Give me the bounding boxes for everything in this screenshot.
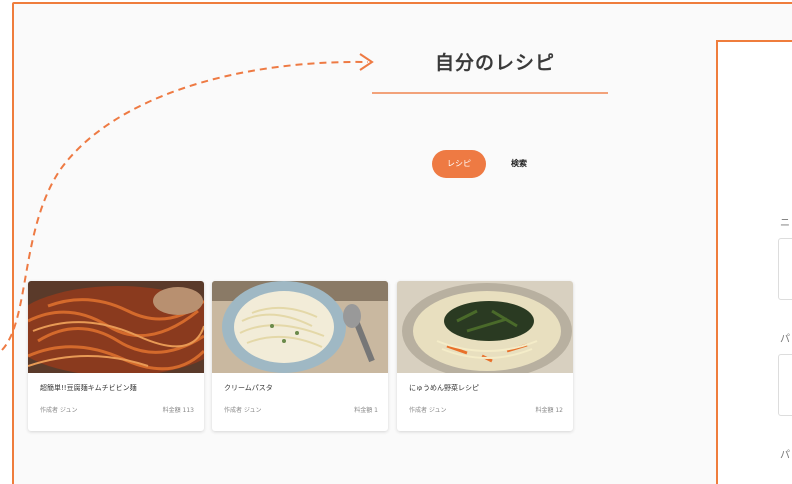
recipe-author: 作成者 ジュン (409, 407, 447, 414)
title-underline (372, 92, 608, 94)
form-input-2[interactable] (778, 354, 792, 416)
form-input-1[interactable] (778, 238, 792, 300)
recipe-meta: 作成者 ジュン 料金額 113 (40, 405, 194, 414)
recipe-card[interactable]: 超簡単!!豆腐麺キムチビビン麺 作成者 ジュン 料金額 113 (28, 281, 204, 431)
recipe-likes: 料金額 113 (162, 407, 194, 414)
recipe-author: 作成者 ジュン (224, 407, 262, 414)
recipe-likes: 料金額 12 (535, 407, 563, 414)
recipe-meta: 作成者 ジュン 料金額 1 (224, 405, 378, 414)
recipe-name: にゅうめん野菜レシピ (409, 384, 479, 392)
recipe-photo (28, 281, 204, 373)
page-title: 自分のレシピ (434, 52, 555, 74)
tab-search[interactable]: 検索 (502, 150, 536, 178)
recipe-card[interactable]: にゅうめん野菜レシピ 作成者 ジュン 料金額 12 (397, 281, 573, 431)
recipe-name: 超簡単!!豆腐麺キムチビビン麺 (40, 384, 137, 392)
recipe-meta: 作成者 ジュン 料金額 12 (409, 405, 563, 414)
form-label-3: パ (780, 450, 790, 461)
tab-recipes[interactable]: レシピ (432, 150, 486, 178)
recipe-likes: 料金額 1 (354, 407, 378, 414)
recipe-card[interactable]: クリームパスタ 作成者 ジュン 料金額 1 (212, 281, 388, 431)
form-label-1: ニ (780, 218, 790, 229)
recipe-author: 作成者 ジュン (40, 407, 78, 414)
recipe-name: クリームパスタ (224, 384, 273, 392)
screen: 自分のレシピ レシピ 検索 超簡単!!豆腐麺キムチビビン麺 作成者 ジュン 料金… (0, 0, 792, 484)
recipe-photo (397, 281, 573, 373)
recipe-photo (212, 281, 388, 373)
form-label-2: パ (780, 334, 790, 345)
